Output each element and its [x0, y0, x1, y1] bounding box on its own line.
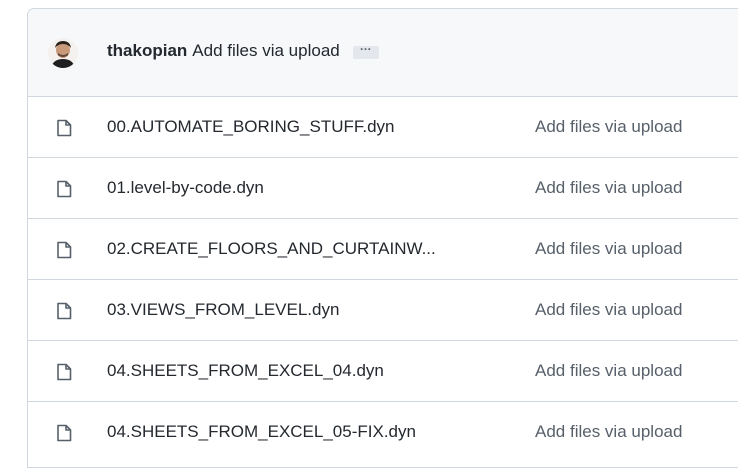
file-row[interactable]: 04.SHEETS_FROM_EXCEL_04.dyn Add files via… — [28, 341, 738, 402]
file-icon — [56, 180, 72, 198]
ellipsis-icon: … — [359, 38, 372, 53]
file-icon — [56, 363, 72, 381]
file-commit-message-link[interactable]: Add files via upload — [535, 300, 682, 320]
file-name-link[interactable]: 01.level-by-code.dyn — [107, 178, 264, 198]
file-icon — [56, 119, 72, 137]
file-row[interactable]: 04.SHEETS_FROM_EXCEL_05-FIX.dyn Add files… — [28, 402, 738, 463]
file-commit-message-link[interactable]: Add files via upload — [535, 117, 682, 137]
file-commit-message-link[interactable]: Add files via upload — [535, 239, 682, 259]
file-commit-message-link[interactable]: Add files via upload — [535, 422, 682, 442]
file-icon — [56, 302, 72, 320]
file-name-link[interactable]: 00.AUTOMATE_BORING_STUFF.dyn — [107, 117, 395, 137]
file-icon — [56, 424, 72, 442]
file-listing: thakopian Add files via upload … 00.AUTO… — [27, 8, 738, 468]
file-name-link[interactable]: 02.CREATE_FLOORS_AND_CURTAINW... — [107, 239, 436, 259]
commit-author-link[interactable]: thakopian — [107, 41, 187, 61]
avatar-image — [48, 38, 78, 68]
file-row[interactable]: 03.VIEWS_FROM_LEVEL.dyn Add files via upl… — [28, 280, 738, 341]
file-commit-message-link[interactable]: Add files via upload — [535, 178, 682, 198]
commit-summary: thakopian Add files via upload … — [107, 39, 379, 61]
file-name-link[interactable]: 03.VIEWS_FROM_LEVEL.dyn — [107, 300, 339, 320]
commit-message-link[interactable]: Add files via upload — [192, 41, 339, 61]
file-commit-message-link[interactable]: Add files via upload — [535, 361, 682, 381]
expand-commit-button[interactable]: … — [352, 39, 379, 59]
file-icon — [56, 241, 72, 259]
file-name-link[interactable]: 04.SHEETS_FROM_EXCEL_05-FIX.dyn — [107, 422, 416, 442]
latest-commit-header: thakopian Add files via upload … — [28, 9, 738, 97]
file-row[interactable]: 02.CREATE_FLOORS_AND_CURTAINW... Add file… — [28, 219, 738, 280]
file-row[interactable]: 01.level-by-code.dyn Add files via upload — [28, 158, 738, 219]
file-row[interactable]: 00.AUTOMATE_BORING_STUFF.dyn Add files vi… — [28, 97, 738, 158]
avatar[interactable] — [48, 38, 78, 68]
file-name-link[interactable]: 04.SHEETS_FROM_EXCEL_04.dyn — [107, 361, 384, 381]
